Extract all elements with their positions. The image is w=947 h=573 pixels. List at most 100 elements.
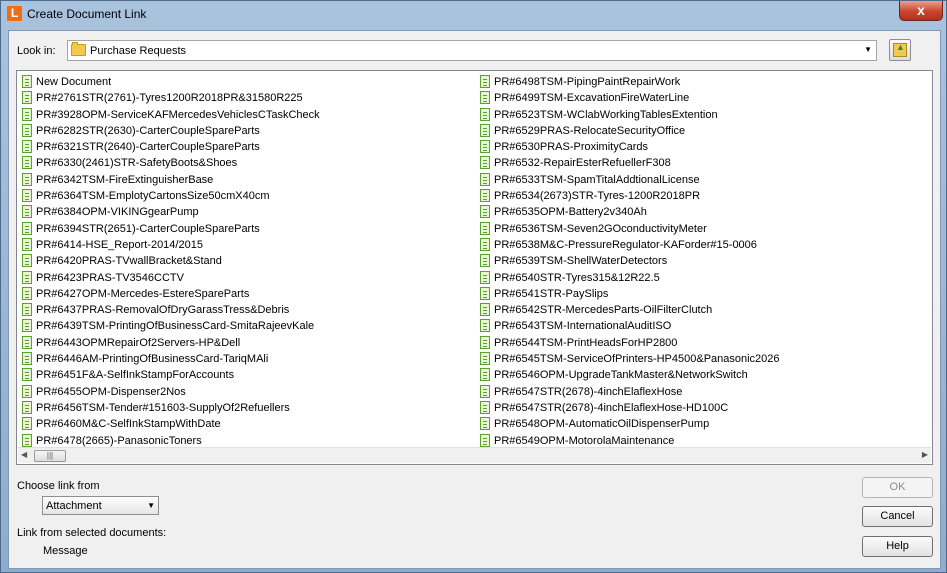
list-item-label: PR#6443OPMRepairOf2Servers-HP&Dell: [36, 336, 241, 349]
document-icon: [480, 221, 490, 235]
list-item-label: PR#6536TSM-Seven2GOconductivityMeter: [494, 222, 707, 235]
list-item-label: PR#6547STR(2678)-4inchElaflexHose: [494, 385, 683, 398]
list-item-label: PR#6414-HSE_Report-2014/2015: [36, 238, 203, 251]
list-item-label: PR#6533TSM-SpamTitalAddtionalLicense: [494, 173, 700, 186]
look-in-label: Look in:: [17, 45, 56, 57]
document-icon: [22, 319, 32, 333]
list-item-label: PR#6478(2665)-PanasonicToners: [36, 434, 202, 447]
close-button[interactable]: x: [899, 1, 943, 21]
document-icon: [22, 303, 32, 317]
document-icon: [22, 91, 32, 105]
document-icon: [22, 140, 32, 154]
choose-link-value: Attachment: [46, 500, 102, 512]
help-button[interactable]: Help: [862, 536, 933, 557]
list-item-label: PR#6547STR(2678)-4inchElaflexHose-HD100C: [494, 401, 729, 414]
list-item-label: PR#6460M&C-SelfInkStampWithDate: [36, 418, 221, 431]
document-icon: [22, 237, 32, 251]
list-item-label: PR#6546OPM-UpgradeTankMaster&NetworkSwit…: [494, 369, 748, 382]
list-item-label: PR#6499TSM-ExcavationFireWaterLine: [494, 92, 690, 105]
list-item-label: PR#6545TSM-ServiceOfPrinters-HP4500&Pana…: [494, 353, 780, 366]
cancel-button[interactable]: Cancel: [862, 506, 933, 527]
list-item-label: PR#6535OPM-Battery2v340Ah: [494, 206, 647, 219]
list-item-label: PR#6384OPM-VIKINGgearPump: [36, 206, 199, 219]
list-item-label: PR#6282STR(2630)-CarterCoupleSpareParts: [36, 124, 260, 137]
list-item-label: PR#6446AM-PrintingOfBusinessCard-TariqMA…: [36, 353, 269, 366]
document-icon: [480, 400, 490, 414]
look-in-value: Purchase Requests: [90, 45, 186, 57]
document-icon: [22, 433, 32, 447]
document-icon: [480, 303, 490, 317]
document-icon: [22, 352, 32, 366]
look-in-dropdown[interactable]: Purchase Requests ▼: [67, 40, 877, 61]
ok-button[interactable]: OK: [862, 477, 933, 498]
chevron-down-icon[interactable]: ▼: [864, 45, 872, 54]
document-icon: [22, 400, 32, 414]
document-icon: [480, 270, 490, 284]
document-icon: [480, 254, 490, 268]
document-icon: [22, 123, 32, 137]
up-one-level-button[interactable]: [889, 39, 911, 61]
document-icon: [22, 335, 32, 349]
document-icon: [480, 172, 490, 186]
scrollbar-thumb[interactable]: |||: [34, 450, 66, 462]
list-item-label: PR#6427OPM-Mercedes-EstereSpareParts: [36, 287, 250, 300]
horizontal-scrollbar[interactable]: ◀ ||| ▶: [18, 447, 931, 463]
list-item-label: PR#6539TSM-ShellWaterDetectors: [494, 255, 668, 268]
document-icon: [480, 335, 490, 349]
list-item-label: PR#6549OPM-MotorolaMaintenance: [494, 434, 675, 447]
file-list[interactable]: New Document PR#2761STR(2761)-Tyres1200R2…: [16, 70, 933, 465]
document-icon: [22, 107, 32, 121]
list-item-label: PR#6542STR-MercedesParts-OilFilterClutch: [494, 304, 713, 317]
title-bar[interactable]: L Create Document Link x: [1, 1, 946, 27]
document-icon: [22, 205, 32, 219]
list-item-label: PR#6544TSM-PrintHeadsForHP2800: [494, 336, 678, 349]
list-item-label: PR#6342TSM-FireExtinguisherBase: [36, 173, 214, 186]
choose-link-label: Choose link from: [17, 480, 100, 492]
document-icon: [22, 254, 32, 268]
list-item-label: PR#6541STR-PaySlips: [494, 287, 609, 300]
folder-icon: [71, 42, 86, 56]
list-item-label: PR#6423PRAS-TV3546CCTV: [36, 271, 184, 284]
dialog-window: L Create Document Link x Look in: Purcha…: [0, 0, 947, 573]
document-icon: [480, 237, 490, 251]
link-from-selected-value: Message: [43, 545, 88, 557]
chevron-down-icon[interactable]: ▼: [147, 501, 155, 510]
list-item-label: PR#6451F&A-SelfInkStampForAccounts: [36, 369, 235, 382]
document-icon: [480, 156, 490, 170]
dialog-title: Create Document Link: [27, 7, 147, 21]
list-item-label: PR#6538M&C-PressureRegulator-KAForder#15…: [494, 238, 757, 251]
scroll-left-arrow-icon[interactable]: ◀: [21, 450, 27, 459]
list-item-label: PR#6437PRAS-RemovalOfDryGarassTress&Debr…: [36, 304, 290, 317]
list-item-label: PR#6523TSM-WClabWorkingTablesExtention: [494, 108, 718, 121]
document-icon: [480, 123, 490, 137]
document-icon: [480, 91, 490, 105]
list-item-label: New Document: [36, 76, 112, 88]
document-icon: [22, 156, 32, 170]
list-item-label: PR#6529PRAS-RelocateSecurityOffice: [494, 124, 686, 137]
list-item-label: PR#6439TSM-PrintingOfBusinessCard-SmitaR…: [36, 320, 315, 333]
document-icon: [480, 417, 490, 431]
list-item-label: PR#6455OPM-Dispenser2Nos: [36, 385, 186, 398]
document-icon: [480, 319, 490, 333]
document-icon: [480, 433, 490, 447]
choose-link-dropdown[interactable]: Attachment ▼: [42, 496, 159, 515]
scroll-right-arrow-icon[interactable]: ▶: [922, 450, 928, 459]
document-icon: [22, 286, 32, 300]
document-icon: [22, 75, 32, 88]
dialog-body: Look in: Purchase Requests ▼ New Documen…: [8, 30, 941, 569]
document-icon: [22, 417, 32, 431]
document-icon: [480, 75, 490, 88]
document-icon: [480, 286, 490, 300]
document-icon: [480, 368, 490, 382]
document-icon: [480, 140, 490, 154]
list-item-label: PR#6530PRAS-ProximityCards: [494, 141, 649, 154]
list-item-label: PR#6543TSM-InternationalAuditISO: [494, 320, 672, 333]
list-item-label: PR#6548OPM-AutomaticOilDispenserPump: [494, 418, 710, 431]
document-icon: [22, 221, 32, 235]
app-logo-icon: L: [7, 6, 22, 21]
document-icon: [22, 172, 32, 186]
document-icon: [480, 107, 490, 121]
list-item-label: PR#6540STR-Tyres315&12R22.5: [494, 271, 660, 284]
document-icon: [22, 368, 32, 382]
folder-up-icon: [893, 42, 907, 57]
